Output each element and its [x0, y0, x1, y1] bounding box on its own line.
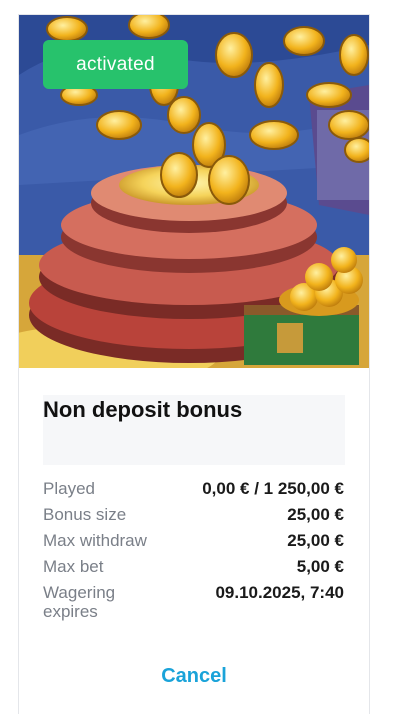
bonus-hero-image: activated: [19, 15, 369, 368]
bonus-title: Non deposit bonus: [43, 397, 243, 422]
bonus-details: Played 0,00 € / 1 250,00 € Bonus size 25…: [43, 479, 344, 627]
detail-row-max-bet: Max bet 5,00 €: [43, 557, 344, 583]
detail-label: Wagering expires: [43, 583, 116, 621]
status-badge: activated: [43, 40, 188, 89]
detail-value: 5,00 €: [296, 557, 344, 576]
detail-label: Bonus size: [43, 505, 127, 524]
detail-value: 25,00 €: [287, 531, 344, 550]
cancel-button[interactable]: Cancel: [19, 665, 369, 688]
detail-row-wagering-expires: Wagering expires 09.10.2025, 7:40: [43, 583, 344, 627]
detail-label: Max bet: [43, 557, 104, 576]
detail-label: Played: [43, 479, 95, 498]
detail-value: 0,00 € / 1 250,00 €: [202, 479, 344, 498]
detail-value: 09.10.2025, 7:40: [215, 583, 344, 602]
detail-value: 25,00 €: [287, 505, 344, 524]
detail-label: Max withdraw: [43, 531, 147, 550]
detail-row-max-withdraw: Max withdraw 25,00 €: [43, 531, 344, 557]
detail-row-played: Played 0,00 € / 1 250,00 €: [43, 479, 344, 505]
detail-row-bonus-size: Bonus size 25,00 €: [43, 505, 344, 531]
bonus-card: activated Non deposit bonus Played 0,00 …: [18, 14, 370, 714]
